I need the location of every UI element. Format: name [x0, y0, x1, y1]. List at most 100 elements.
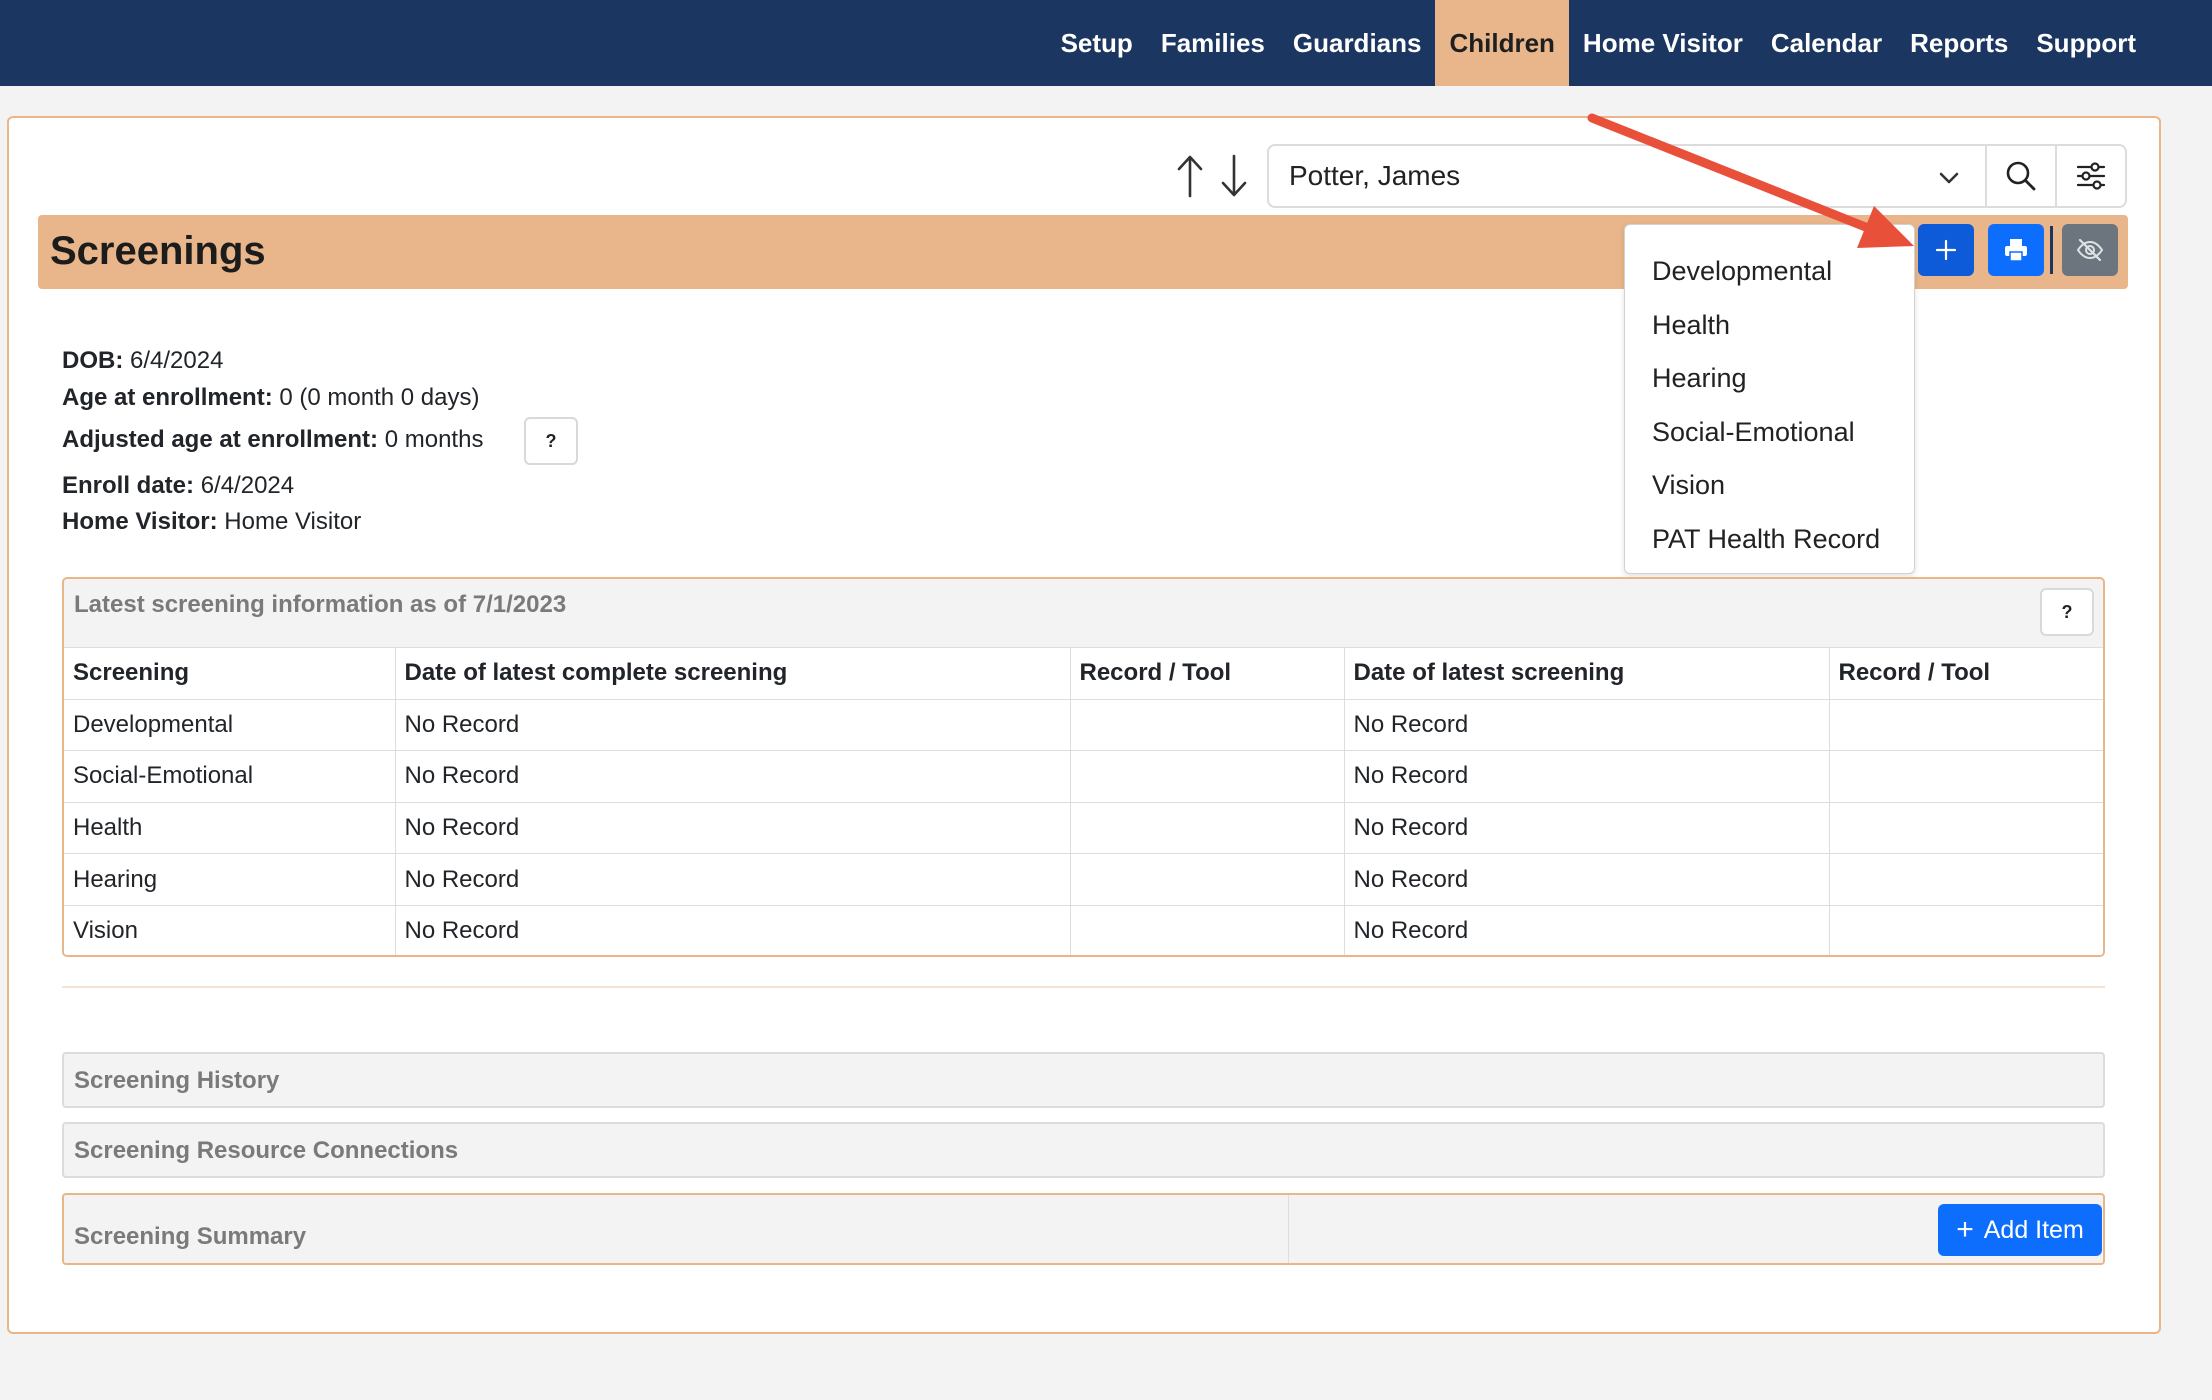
home-visitor-value: Home Visitor: [224, 508, 362, 535]
page-title: Screenings: [50, 229, 266, 273]
column-header: Record / Tool: [1069, 647, 1345, 700]
arrow-up-icon: [1177, 155, 1203, 198]
latest-screening-help-button[interactable]: ?: [2040, 588, 2094, 636]
table-cell: No Record: [1343, 904, 1830, 955]
latest-screening-title: Latest screening information as of 7/1/2…: [74, 591, 567, 618]
adjusted-age-value: 0 months: [384, 426, 484, 453]
nav-families[interactable]: Families: [1147, 0, 1279, 86]
enroll-date-value: 6/4/2024: [200, 472, 295, 499]
table-row: Hearing No Record No Record: [64, 853, 2103, 906]
column-header: Screening: [64, 647, 396, 700]
table-cell: No Record: [394, 750, 1071, 803]
table-cell: [1828, 904, 2103, 955]
table-cell: [1828, 750, 2103, 803]
table-cell: Hearing: [64, 853, 396, 906]
eye-slash-icon: [2076, 238, 2104, 262]
adjusted-age-line: Adjusted age at enrollment: 0 months: [62, 426, 483, 454]
menu-item-health[interactable]: Health: [1625, 299, 1914, 353]
latest-screening-table: Screening Date of latest complete screen…: [64, 647, 2103, 955]
table-cell: No Record: [394, 698, 1071, 752]
age-value: 0 (0 month 0 days): [279, 384, 480, 411]
table-cell: [1828, 801, 2103, 855]
table-cell: Developmental: [64, 698, 396, 752]
table-cell: [1069, 904, 1345, 955]
plus-icon: [1935, 239, 1957, 261]
arrow-down-icon: [1221, 154, 1247, 197]
section-divider: [62, 986, 2105, 988]
table-cell: No Record: [394, 853, 1071, 906]
table-header-row: Screening Date of latest complete screen…: [64, 647, 2103, 700]
child-select-value: Potter, James: [1289, 160, 1461, 191]
screening-history-title: Screening History: [74, 1067, 280, 1094]
table-cell: No Record: [394, 801, 1071, 855]
screening-resources-title: Screening Resource Connections: [74, 1137, 459, 1164]
top-nav: Setup Families Guardians Children Home V…: [0, 0, 2212, 86]
enroll-date-line: Enroll date: 6/4/2024: [62, 472, 294, 500]
home-visitor-label: Home Visitor:: [62, 508, 218, 535]
table-cell: [1069, 801, 1345, 855]
table-cell: [1828, 698, 2103, 752]
table-cell: [1828, 853, 2103, 906]
menu-item-vision[interactable]: Vision: [1625, 459, 1914, 513]
latest-screening-panel: Latest screening information as of 7/1/2…: [62, 577, 2105, 957]
table-row: Developmental No Record No Record: [64, 698, 2103, 752]
nav-calendar[interactable]: Calendar: [1757, 0, 1896, 86]
nav-setup[interactable]: Setup: [1047, 0, 1147, 86]
table-cell: No Record: [1343, 801, 1830, 855]
menu-item-pat-health-record[interactable]: PAT Health Record: [1625, 513, 1914, 567]
dob-value: 6/4/2024: [130, 347, 224, 374]
nav-guardians[interactable]: Guardians: [1279, 0, 1436, 86]
table-row: Vision No Record No Record: [64, 904, 2103, 955]
home-visitor-line: Home Visitor: Home Visitor: [62, 508, 361, 536]
nav-children[interactable]: Children: [1435, 0, 1569, 86]
hide-button[interactable]: [2062, 224, 2118, 276]
screening-resources-panel[interactable]: Screening Resource Connections: [62, 1122, 2105, 1178]
child-select[interactable]: Potter, James: [1267, 144, 1987, 208]
summary-separator: [1288, 1195, 1289, 1263]
search-icon: [2006, 161, 2036, 191]
chevron-down-icon: [1939, 172, 1959, 184]
table-cell: Vision: [64, 904, 396, 955]
column-header: Date of latest complete screening: [394, 647, 1071, 700]
screening-summary-panel: Screening Summary: [62, 1193, 2105, 1265]
search-button[interactable]: [1985, 144, 2057, 208]
table-cell: Health: [64, 801, 396, 855]
nav-support[interactable]: Support: [2022, 0, 2150, 86]
enroll-date-label: Enroll date:: [62, 472, 195, 499]
sliders-icon: [2076, 162, 2106, 190]
add-screening-button[interactable]: [1918, 224, 1974, 276]
table-cell: No Record: [394, 904, 1071, 955]
adjusted-age-label: Adjusted age at enrollment:: [62, 426, 379, 453]
menu-item-hearing[interactable]: Hearing: [1625, 352, 1914, 406]
next-record-button[interactable]: [1216, 152, 1252, 200]
table-cell: No Record: [1343, 698, 1830, 752]
table-cell: [1069, 853, 1345, 906]
table-cell: No Record: [1343, 853, 1830, 906]
add-item-label: Add Item: [1983, 1215, 2084, 1244]
table-cell: Social-Emotional: [64, 750, 396, 803]
column-header: Date of latest screening: [1343, 647, 1830, 700]
table-cell: [1069, 750, 1345, 803]
nav-reports[interactable]: Reports: [1896, 0, 2022, 86]
header-separator: [2050, 226, 2053, 274]
previous-record-button[interactable]: [1172, 152, 1208, 200]
screening-summary-title: Screening Summary: [74, 1223, 307, 1250]
dob-label: DOB:: [62, 347, 124, 374]
table-row: Health No Record No Record: [64, 801, 2103, 855]
add-screening-menu: Developmental Health Hearing Social-Emot…: [1624, 224, 1915, 574]
filter-button[interactable]: [2055, 144, 2127, 208]
menu-item-social-emotional[interactable]: Social-Emotional: [1625, 406, 1914, 460]
table-row: Social-Emotional No Record No Record: [64, 750, 2103, 803]
table-cell: [1069, 698, 1345, 752]
dob-line: DOB: 6/4/2024: [62, 347, 223, 375]
plus-icon: +: [1956, 1213, 1974, 1246]
adjusted-age-help-button[interactable]: ?: [524, 417, 578, 465]
column-header: Record / Tool: [1828, 647, 2103, 700]
menu-item-developmental[interactable]: Developmental: [1625, 245, 1914, 299]
add-item-button[interactable]: + Add Item: [1938, 1204, 2102, 1256]
screening-history-panel[interactable]: Screening History: [62, 1052, 2105, 1108]
table-cell: No Record: [1343, 750, 1830, 803]
print-button[interactable]: [1988, 224, 2044, 276]
nav-home-visitor[interactable]: Home Visitor: [1569, 0, 1757, 86]
age-label: Age at enrollment:: [62, 384, 273, 411]
